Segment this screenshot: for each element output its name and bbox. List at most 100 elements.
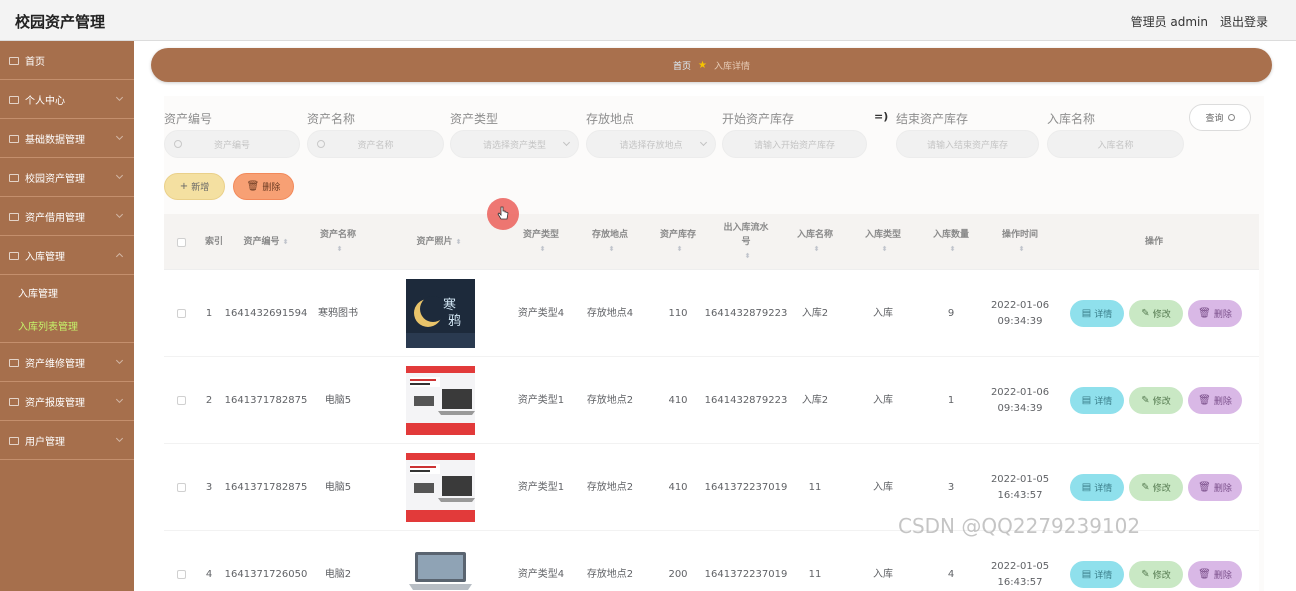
sort-icon[interactable]: ⬍ [609, 242, 615, 256]
col-header-quantity[interactable]: 入库数量 ⬍ [920, 214, 982, 270]
sidebar-item-basic-data[interactable]: 基础数据管理 [0, 119, 134, 158]
location-select[interactable]: 请选择存放地点 [586, 130, 716, 158]
op-date: 2022-01-06 [990, 299, 1050, 311]
laptop-ad-image[interactable] [405, 453, 475, 522]
breadcrumb: 首页 ★ 入库详情 [151, 48, 1272, 82]
menu-icon [8, 397, 19, 406]
edit-button[interactable]: ✎ 修改 [1129, 387, 1183, 414]
col-header-inbound-type[interactable]: 入库类型 ⬍ [852, 214, 914, 270]
sort-icon[interactable]: ⬍ [950, 242, 956, 256]
edit-icon: ✎ [1141, 308, 1150, 319]
col-header-asset-code[interactable]: 资产编号 ⬍ [234, 214, 298, 270]
detail-label: 详情 [1094, 571, 1113, 581]
table-row: 4 1641371726050 电脑2 资产类型4 存放地点2 200 1641… [164, 531, 1259, 591]
sidebar-item-personal[interactable]: 个人中心 [0, 80, 134, 119]
remove-button[interactable]: 🗑 删除 [1188, 300, 1242, 327]
stock-end-input[interactable]: 请输入结束资产库存 [896, 130, 1039, 158]
edit-button[interactable]: ✎ 修改 [1129, 474, 1183, 501]
sort-icon[interactable]: ⬍ [882, 242, 888, 256]
sidebar-subitem-inbound[interactable]: 入库管理 [0, 275, 134, 309]
app-title: 校园资产管理 [15, 13, 106, 31]
asset-code-input[interactable]: 资产编号 [164, 130, 300, 158]
col-header-asset-photo[interactable]: 资产照片 ⬍ [389, 214, 489, 270]
cell-inbound-name: 11 [808, 568, 822, 580]
sidebar-item-inbound[interactable]: 入库管理 [0, 236, 134, 275]
col-header-stock[interactable]: 资产库存 ⬍ [646, 214, 710, 270]
cell-op-time: 2022-01-06 09:34:39 [988, 357, 1052, 444]
row-checkbox[interactable] [174, 357, 188, 444]
cell-inbound-type: 入库 [873, 568, 893, 580]
sort-icon[interactable]: ⬍ [337, 242, 343, 256]
document-icon: ▤ [1081, 395, 1092, 406]
query-button[interactable]: 查询 [1189, 104, 1251, 131]
laptop-image[interactable] [405, 540, 475, 591]
remove-label: 删除 [1213, 397, 1232, 407]
book-cover-image[interactable]: 寒 鸦 [405, 279, 475, 348]
edit-button[interactable]: ✎ 修改 [1129, 561, 1183, 588]
filter-label-stock-end: 结束资产库存 [896, 112, 969, 126]
delete-button-label: 删除 [262, 183, 281, 193]
detail-button[interactable]: ▤ 详情 [1070, 300, 1124, 327]
row-checkbox[interactable] [174, 270, 188, 357]
col-header-label: 操作 [1144, 237, 1163, 247]
laptop-ad-image[interactable] [405, 366, 475, 435]
delete-button[interactable]: 🗑 删除 [233, 173, 294, 200]
sort-icon[interactable]: ⬍ [1019, 242, 1025, 256]
sort-icon[interactable]: ⬍ [540, 242, 546, 256]
select-all-checkbox[interactable] [174, 214, 188, 270]
edit-button[interactable]: ✎ 修改 [1129, 300, 1183, 327]
sort-icon[interactable]: ⬍ [677, 242, 683, 256]
sort-icon[interactable]: ⬍ [745, 249, 751, 263]
sidebar-item-users[interactable]: 用户管理 [0, 421, 134, 460]
detail-label: 详情 [1094, 397, 1113, 407]
asset-name-input[interactable]: 资产名称 [307, 130, 444, 158]
cell-asset-photo[interactable] [404, 531, 476, 591]
op-date: 2022-01-05 [990, 560, 1050, 572]
inbound-name-input[interactable]: 入库名称 [1047, 130, 1184, 158]
remove-button[interactable]: 🗑 删除 [1188, 474, 1242, 501]
cell-asset-photo[interactable]: 寒 鸦 [404, 270, 476, 357]
sidebar-subitem-inbound-list[interactable]: 入库列表管理 [0, 309, 134, 343]
col-header-flow-no[interactable]: 出入库流水号 ⬍ [716, 214, 776, 270]
cell-index: 1 [205, 307, 213, 319]
user-icon [8, 95, 19, 104]
col-header-op-time[interactable]: 操作时间 ⬍ [988, 214, 1052, 270]
remove-button[interactable]: 🗑 删除 [1188, 561, 1242, 588]
col-header-inbound-name[interactable]: 入库名称 ⬍ [784, 214, 846, 270]
sidebar-item-home[interactable]: 首页 [0, 41, 134, 80]
edit-icon: ✎ [1141, 395, 1150, 406]
cell-index: 4 [205, 568, 213, 580]
detail-button[interactable]: ▤ 详情 [1070, 474, 1124, 501]
row-checkbox[interactable] [174, 531, 188, 591]
cell-asset-photo[interactable] [404, 357, 476, 444]
col-header-label: 资产照片 [416, 237, 453, 247]
remove-button[interactable]: 🗑 删除 [1188, 387, 1242, 414]
sidebar-item-assets[interactable]: 校园资产管理 [0, 158, 134, 197]
sort-icon[interactable]: ⬍ [814, 242, 820, 256]
sidebar-item-repair[interactable]: 资产维修管理 [0, 343, 134, 382]
sort-icon[interactable]: ⬍ [283, 235, 289, 249]
sort-icon[interactable]: ⬍ [456, 235, 462, 249]
col-header-asset-name[interactable]: 资产名称 ⬍ [304, 214, 372, 270]
cell-index: 2 [205, 394, 213, 406]
col-header-label: 入库类型 [864, 230, 901, 240]
edit-icon: ✎ [1141, 482, 1150, 493]
sidebar-item-scrap[interactable]: 资产报废管理 [0, 382, 134, 421]
col-header-asset-type[interactable]: 资产类型 ⬍ [509, 214, 573, 270]
add-button[interactable]: + 新增 [164, 173, 225, 200]
home-icon [8, 56, 19, 65]
logout-link[interactable]: 退出登录 [1220, 13, 1268, 30]
cell-location: 存放地点2 [586, 481, 634, 493]
stock-start-input[interactable]: 请输入开始资产库存 [722, 130, 867, 158]
sidebar-item-borrow[interactable]: 资产借用管理 [0, 197, 134, 236]
table-header: 索引 资产编号 ⬍ 资产名称 ⬍ 资产照片 ⬍ 资产类型 ⬍ 存放地点 ⬍ 资产库存 ⬍ 出… [164, 214, 1259, 270]
asset-type-select[interactable]: 请选择资产类型 [450, 130, 579, 158]
detail-button[interactable]: ▤ 详情 [1070, 561, 1124, 588]
row-checkbox[interactable] [174, 444, 188, 531]
breadcrumb-home[interactable]: 首页 [673, 59, 691, 72]
menu-icon [8, 251, 19, 260]
col-header-location[interactable]: 存放地点 ⬍ [578, 214, 642, 270]
detail-button[interactable]: ▤ 详情 [1070, 387, 1124, 414]
cell-asset-photo[interactable] [404, 444, 476, 531]
cell-flow-no: 1641432879223 [704, 307, 788, 319]
